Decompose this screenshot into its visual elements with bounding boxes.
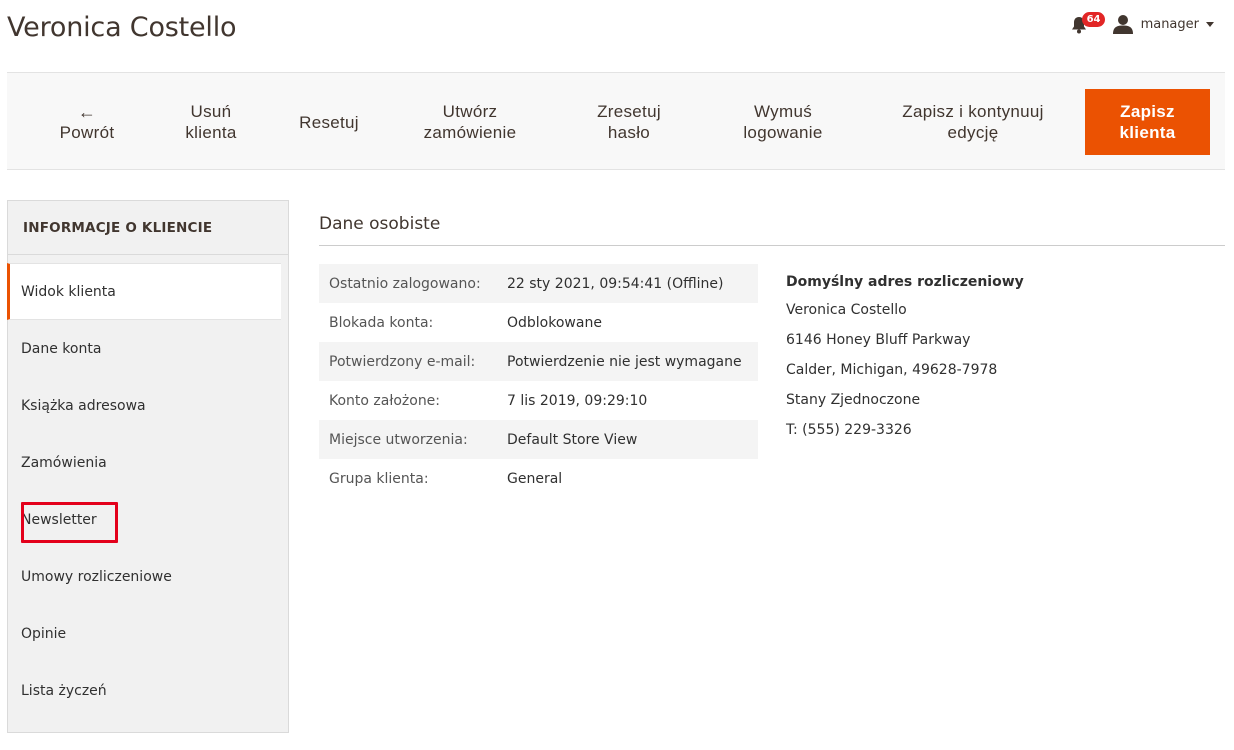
reset-button[interactable]: Resetuj	[281, 89, 377, 155]
personal-info-table: Ostatnio zalogowano: 22 sty 2021, 09:54:…	[319, 264, 758, 498]
sidebar-item-reviews[interactable]: Opinie	[7, 605, 281, 662]
address-line: Stany Zjednoczone	[786, 392, 921, 408]
row-value: Odblokowane	[507, 314, 602, 331]
sidebar-item-billing-agreements[interactable]: Umowy rozliczeniowe	[7, 548, 281, 605]
section-divider	[319, 245, 1225, 246]
delete-customer-label-2: klienta	[185, 123, 237, 142]
force-logout-label-2: logowanie	[743, 123, 823, 142]
page-actions-toolbar: ← Powrót Usuń klienta Resetuj Utwórz zam…	[7, 72, 1225, 170]
arrow-left-icon: ←	[77, 101, 97, 122]
sidebar-item-wishlist[interactable]: Lista życzeń	[7, 662, 281, 719]
row-value: General	[507, 470, 563, 487]
section-title: Dane osobiste	[319, 214, 441, 234]
row-label: Konto założone:	[329, 392, 441, 409]
sidebar-item-address-book[interactable]: Książka adresowa	[7, 377, 281, 434]
row-label: Blokada konta:	[329, 314, 434, 331]
billing-address-title: Domyślny adres rozliczeniowy	[786, 274, 1024, 290]
address-line: T: (555) 229-3326	[786, 422, 912, 438]
sidebar-item-label: Książka adresowa	[21, 397, 146, 414]
page-title: Veronica Costello	[7, 12, 237, 43]
save-and-continue-button[interactable]: Zapisz i kontynuuj edycję	[875, 89, 1071, 155]
sidebar-title: INFORMACJE O KLIENCIE	[8, 201, 288, 255]
sidebar-item-label: Umowy rozliczeniowe	[21, 568, 172, 585]
table-row: Miejsce utworzenia: Default Store View	[319, 420, 758, 459]
row-label: Grupa klienta:	[329, 470, 429, 487]
save-continue-label-1: Zapisz i kontynuuj	[902, 102, 1044, 121]
address-line: Veronica Costello	[786, 302, 907, 318]
notifications-count-badge: 64	[1081, 12, 1106, 27]
delete-customer-button[interactable]: Usuń klienta	[159, 89, 263, 155]
user-menu[interactable]: manager	[1112, 14, 1214, 34]
row-value: 22 sty 2021, 09:54:41 (Offline)	[507, 275, 724, 292]
reset-password-button[interactable]: Zresetuj hasło	[568, 89, 690, 155]
address-line: Calder, Michigan, 49628-7978	[786, 362, 998, 378]
row-label: Potwierdzony e-mail:	[329, 353, 476, 370]
sidebar-item-customer-view[interactable]: Widok klienta	[7, 263, 281, 320]
back-button[interactable]: ← Powrót	[29, 89, 145, 155]
row-value: Default Store View	[507, 431, 638, 448]
create-order-label-1: Utwórz	[442, 102, 498, 121]
sidebar-item-orders[interactable]: Zamówienia	[7, 434, 281, 491]
sidebar-item-label: Lista życzeń	[21, 682, 107, 699]
save-continue-label-2: edycję	[947, 123, 999, 142]
create-order-button[interactable]: Utwórz zamówienie	[399, 89, 541, 155]
address-line: 6146 Honey Bluff Parkway	[786, 332, 971, 348]
billing-address: Domyślny adres rozliczeniowy Veronica Co…	[786, 274, 1024, 451]
user-name: manager	[1140, 16, 1199, 32]
save-customer-button[interactable]: Zapisz klienta	[1085, 89, 1210, 155]
table-row: Grupa klienta: General	[319, 459, 758, 498]
back-button-label: Powrót	[59, 122, 115, 142]
row-value: Potwierdzenie nie jest wymagane	[507, 353, 742, 370]
newsletter-highlight-box	[21, 502, 118, 543]
delete-customer-label-1: Usuń	[190, 102, 232, 121]
reset-password-label-2: hasło	[607, 123, 651, 142]
table-row: Ostatnio zalogowano: 22 sty 2021, 09:54:…	[319, 264, 758, 303]
chevron-down-icon	[1206, 21, 1214, 27]
reset-password-label-1: Zresetuj	[597, 102, 661, 121]
row-value: 7 lis 2019, 09:29:10	[507, 392, 648, 409]
save-customer-label-2: klienta	[1119, 123, 1176, 142]
force-logout-label-1: Wymuś	[753, 102, 812, 121]
reset-label: Resetuj	[299, 112, 359, 132]
user-icon	[1112, 15, 1133, 34]
sidebar-item-label: Opinie	[21, 625, 67, 642]
sidebar-item-account-info[interactable]: Dane konta	[7, 320, 281, 377]
save-customer-label-1: Zapisz	[1120, 102, 1175, 121]
table-row: Konto założone: 7 lis 2019, 09:29:10	[319, 381, 758, 420]
sidebar-item-label: Zamówienia	[21, 454, 107, 471]
table-row: Potwierdzony e-mail: Potwierdzenie nie j…	[319, 342, 758, 381]
row-label: Ostatnio zalogowano:	[329, 275, 481, 292]
row-label: Miejsce utworzenia:	[329, 431, 468, 448]
force-logout-button[interactable]: Wymuś logowanie	[717, 89, 849, 155]
notifications-button[interactable]: 64	[1071, 12, 1106, 36]
table-row: Blokada konta: Odblokowane	[319, 303, 758, 342]
sidebar-item-label: Dane konta	[21, 340, 102, 357]
sidebar-item-label: Widok klienta	[21, 283, 116, 300]
create-order-label-2: zamówienie	[423, 123, 517, 142]
header-actions: 64 manager	[1071, 12, 1214, 36]
